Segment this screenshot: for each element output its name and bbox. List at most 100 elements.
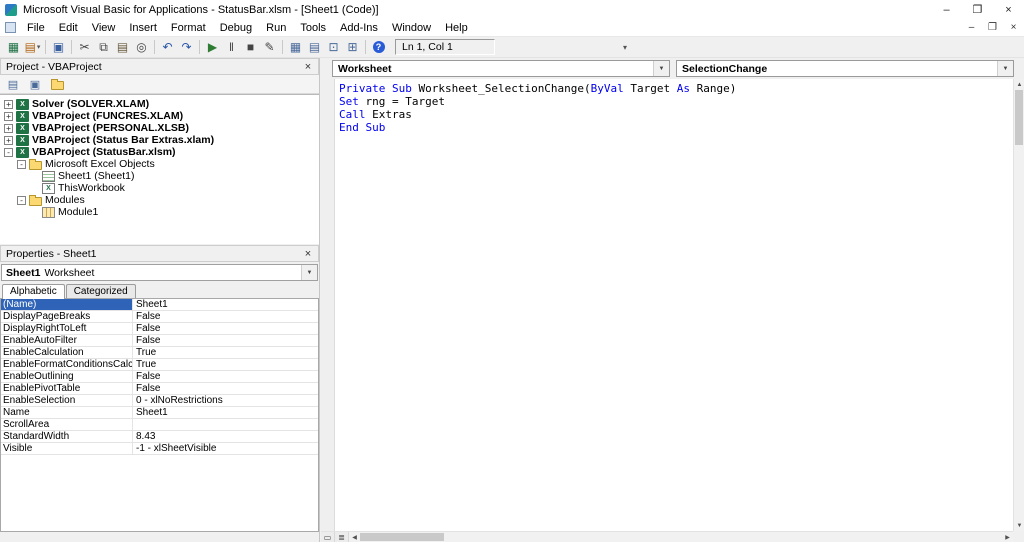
view-code-button[interactable]: ▤ (4, 76, 22, 92)
property-value[interactable]: False (133, 335, 318, 346)
dropdown-arrow-icon[interactable]: ▼ (653, 61, 669, 76)
property-row[interactable]: Visible-1 - xlSheetVisible (1, 443, 318, 455)
property-row[interactable]: EnableSelection0 - xlNoRestrictions (1, 395, 318, 407)
property-value[interactable]: True (133, 347, 318, 358)
close-button[interactable]: × (993, 0, 1024, 19)
tree-item[interactable]: -Modules (0, 194, 319, 206)
save-button[interactable]: ▣ (49, 38, 68, 56)
redo-button[interactable]: ↷ (177, 38, 196, 56)
property-row[interactable]: DisplayPageBreaksFalse (1, 311, 318, 323)
break-button[interactable]: ‖ (222, 38, 241, 56)
menu-debug[interactable]: Debug (213, 20, 259, 36)
horizontal-scrollbar[interactable]: ▭ ≣ ◀ ▶ (321, 531, 1013, 542)
menu-insert[interactable]: Insert (122, 20, 164, 36)
expand-icon[interactable]: + (4, 112, 13, 121)
property-value[interactable]: Sheet1 (133, 407, 318, 418)
property-value[interactable]: -1 - xlSheetVisible (133, 443, 318, 454)
horizontal-scroll-thumb[interactable] (360, 533, 444, 541)
tab-categorized[interactable]: Categorized (66, 284, 136, 298)
tree-item[interactable]: +XSolver (SOLVER.XLAM) (0, 98, 319, 110)
paste-button[interactable]: ▤ (113, 38, 132, 56)
property-row[interactable]: EnableOutliningFalse (1, 371, 318, 383)
tree-item[interactable]: -XVBAProject (StatusBar.xlsm) (0, 146, 319, 158)
reset-button[interactable]: ■ (241, 38, 260, 56)
find-button[interactable]: ◎ (132, 38, 151, 56)
dropdown-arrow-icon[interactable]: ▼ (301, 265, 317, 280)
tree-item[interactable]: +XVBAProject (Status Bar Extras.xlam) (0, 134, 319, 146)
property-value[interactable]: False (133, 323, 318, 334)
project-panel-close-icon[interactable]: × (300, 59, 316, 74)
properties-window-button[interactable]: ▤ (305, 38, 324, 56)
property-value[interactable]: 8.43 (133, 431, 318, 442)
copy-button[interactable]: ⧉ (94, 38, 113, 56)
scroll-left-icon[interactable]: ◀ (349, 532, 360, 542)
design-mode-button[interactable]: ✎ (260, 38, 279, 56)
tree-item[interactable]: Sheet1 (Sheet1) (0, 170, 319, 182)
property-value[interactable]: False (133, 383, 318, 394)
property-row[interactable]: EnableAutoFilterFalse (1, 335, 318, 347)
property-row[interactable]: NameSheet1 (1, 407, 318, 419)
undo-button[interactable]: ↶ (158, 38, 177, 56)
view-object-button[interactable]: ▣ (26, 76, 44, 92)
cut-button[interactable]: ✂ (75, 38, 94, 56)
object-dropdown[interactable]: Worksheet ▼ (332, 60, 670, 77)
insert-userform-button[interactable]: ▤▾ (23, 38, 42, 56)
menu-addins[interactable]: Add-Ins (333, 20, 385, 36)
menu-edit[interactable]: Edit (52, 20, 85, 36)
tree-item[interactable]: XThisWorkbook (0, 182, 319, 194)
property-value[interactable]: True (133, 359, 318, 370)
toggle-folders-button[interactable] (48, 76, 66, 92)
view-microsoft-excel-button[interactable]: ▦ (4, 38, 23, 56)
horizontal-scroll-track[interactable] (360, 532, 1002, 542)
vertical-scroll-thumb[interactable] (1015, 90, 1023, 145)
menu-format[interactable]: Format (164, 20, 213, 36)
vertical-scroll-track[interactable] (1014, 90, 1024, 520)
dropdown-arrow-icon[interactable]: ▼ (997, 61, 1013, 76)
mdi-close-button[interactable]: × (1003, 22, 1024, 33)
menu-tools[interactable]: Tools (293, 20, 333, 36)
property-row[interactable]: EnablePivotTableFalse (1, 383, 318, 395)
menu-file[interactable]: File (20, 20, 52, 36)
property-row[interactable]: ScrollArea (1, 419, 318, 431)
tab-alphabetic[interactable]: Alphabetic (2, 284, 65, 299)
property-row[interactable]: EnableFormatConditionsCalculationTrue (1, 359, 318, 371)
procedure-dropdown[interactable]: SelectionChange ▼ (676, 60, 1014, 77)
collapse-icon[interactable]: - (17, 160, 26, 169)
toolbar-options-chevron-icon[interactable]: ▾ (623, 43, 627, 52)
collapse-icon[interactable]: - (4, 148, 13, 157)
procedure-view-button[interactable]: ▭ (321, 532, 335, 542)
tree-item[interactable]: +XVBAProject (FUNCRES.XLAM) (0, 110, 319, 122)
properties-object-dropdown[interactable]: Sheet1 Worksheet ▼ (1, 264, 318, 281)
run-macro-button[interactable]: ▶ (203, 38, 222, 56)
tree-item[interactable]: Module1 (0, 206, 319, 218)
property-value[interactable]: Sheet1 (133, 299, 318, 310)
scroll-right-icon[interactable]: ▶ (1002, 532, 1013, 542)
object-browser-button[interactable]: ⊡ (324, 38, 343, 56)
expand-icon[interactable]: + (4, 136, 13, 145)
help-button[interactable]: ? (369, 38, 388, 56)
menu-run[interactable]: Run (259, 20, 293, 36)
expand-icon[interactable]: + (4, 124, 13, 133)
property-row[interactable]: DisplayRightToLeftFalse (1, 323, 318, 335)
property-row[interactable]: StandardWidth8.43 (1, 431, 318, 443)
scroll-up-icon[interactable]: ▲ (1014, 79, 1024, 90)
mdi-minimize-button[interactable]: – (961, 22, 982, 33)
property-value[interactable] (133, 419, 318, 430)
project-explorer-button[interactable]: ▦ (286, 38, 305, 56)
collapse-icon[interactable]: - (17, 196, 26, 205)
property-row[interactable]: (Name)Sheet1 (1, 299, 318, 311)
menu-help[interactable]: Help (438, 20, 475, 36)
minimize-button[interactable]: – (931, 0, 962, 19)
full-module-view-button[interactable]: ≣ (335, 532, 349, 542)
property-value[interactable]: False (133, 311, 318, 322)
expand-icon[interactable]: + (4, 100, 13, 109)
scroll-down-icon[interactable]: ▼ (1014, 520, 1024, 531)
restore-button[interactable]: ❐ (962, 0, 993, 19)
code-editor[interactable]: Private Sub Worksheet_SelectionChange(By… (335, 79, 1013, 531)
property-value[interactable]: False (133, 371, 318, 382)
menu-view[interactable]: View (85, 20, 123, 36)
mdi-restore-button[interactable]: ❐ (982, 22, 1003, 33)
menu-window[interactable]: Window (385, 20, 438, 36)
margin-indicator-bar[interactable] (321, 79, 335, 531)
tree-item[interactable]: +XVBAProject (PERSONAL.XLSB) (0, 122, 319, 134)
